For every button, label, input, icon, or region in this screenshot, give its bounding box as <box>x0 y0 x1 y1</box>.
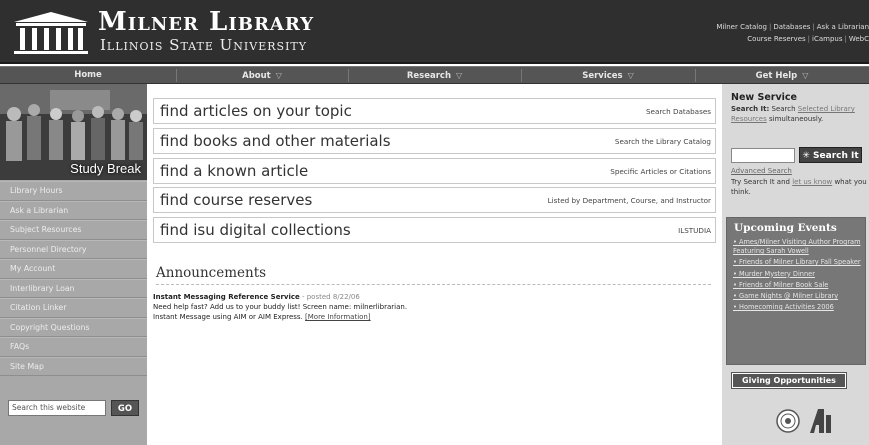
announcement-date: - posted 8/22/06 <box>299 293 360 301</box>
find-row-books[interactable]: find books and other materials Search th… <box>153 128 716 154</box>
find-row-known-article[interactable]: find a known article Specific Articles o… <box>153 158 716 184</box>
page: Milner Library Illinois State University… <box>0 0 869 445</box>
nav-research-label: Research <box>406 71 451 81</box>
left-nav-faqs[interactable]: FAQs <box>0 337 147 357</box>
more-information-link[interactable]: [More Information] <box>305 313 371 321</box>
find-row-title: find a known article <box>160 162 309 180</box>
find-row-digital-collections[interactable]: find isu digital collections ILSTUDIA <box>153 217 716 243</box>
advanced-search-link[interactable]: Advanced Search <box>731 167 792 175</box>
left-nav-my-account[interactable]: My Account <box>0 259 147 279</box>
event-link[interactable]: Homecoming Activities 2006 <box>733 303 863 312</box>
search-it-button[interactable]: ✳ Search It <box>799 147 862 163</box>
site-search-go-button[interactable]: GO <box>111 400 139 416</box>
left-nav-interlibrary-loan[interactable]: Interlibrary Loan <box>0 278 147 298</box>
top-link-course-reserves[interactable]: Course Reserves <box>747 35 805 43</box>
event-link[interactable]: Friends of Milner Book Sale <box>733 281 863 290</box>
find-row-title: find books and other materials <box>160 132 391 150</box>
left-nav-personnel-directory[interactable]: Personnel Directory <box>0 239 147 259</box>
nav-get-help[interactable]: Get Help ▽ <box>695 67 869 84</box>
find-row-articles[interactable]: find articles on your topic Search Datab… <box>153 98 716 124</box>
find-row-title: find isu digital collections <box>160 221 351 239</box>
announcement-text-1: Need help fast? Add us to your buddy lis… <box>153 303 408 311</box>
event-link[interactable]: Ames/Milner Visiting Author Program Feat… <box>733 238 863 256</box>
giving-opportunities-button[interactable]: Giving Opportunities <box>731 372 847 389</box>
search-it-button-label: Search It <box>813 151 859 161</box>
left-nav-list: Library Hours Ask a Librarian Subject Re… <box>0 181 147 376</box>
nav-about[interactable]: About ▽ <box>176 67 348 84</box>
left-nav-site-map[interactable]: Site Map <box>0 356 147 376</box>
left-nav-ask-a-librarian[interactable]: Ask a Librarian <box>0 200 147 220</box>
dropdown-triangle-icon: ▽ <box>275 71 282 80</box>
nav-home[interactable]: Home <box>0 67 176 84</box>
announcements-heading: Announcements <box>156 265 267 281</box>
main-content: find articles on your topic Search Datab… <box>147 84 722 445</box>
announcement-text-2: Instant Message using AIM or AIM Express… <box>153 313 306 321</box>
left-nav-library-hours[interactable]: Library Hours <box>0 181 147 201</box>
find-row-link[interactable]: Search Databases <box>646 107 711 117</box>
site-search: Search this website GO <box>8 400 139 416</box>
left-nav-citation-linker[interactable]: Citation Linker <box>0 298 147 318</box>
announcements-divider <box>156 284 711 285</box>
find-row-title: find course reserves <box>160 191 313 209</box>
find-row-link[interactable]: Specific Articles or Citations <box>610 167 711 177</box>
main-nav: Home About ▽ Research ▽ Services ▽ Get Help… <box>0 66 869 84</box>
isu-a-logo-icon[interactable] <box>806 407 834 435</box>
new-service-prefix: Search It: <box>731 105 770 113</box>
university-subtitle: Illinois State University <box>100 36 308 54</box>
sparkle-icon: ✳ <box>802 151 810 161</box>
top-link-icampus[interactable]: iCampus <box>812 35 842 43</box>
site-search-input[interactable]: Search this website <box>8 400 106 416</box>
event-link[interactable]: Friends of Milner Library Fall Speaker <box>733 258 863 267</box>
top-quick-links: Milner Catalog | Databases | Ask a Librarian… <box>709 21 869 45</box>
find-row-link[interactable]: ILSTUDIA <box>678 226 711 236</box>
dropdown-triangle-icon: ▽ <box>627 71 634 80</box>
nav-get-help-label: Get Help <box>755 71 798 81</box>
top-links-row-2: Course Reserves | iCampus | WebC <box>747 35 869 43</box>
promo-photo[interactable]: Study Break <box>0 84 147 180</box>
find-row-link[interactable]: Search the Library Catalog <box>615 137 711 147</box>
new-service-suffix: simultaneously. <box>766 115 824 123</box>
site-header: Milner Library Illinois State University… <box>0 0 869 64</box>
top-links-row-1: Milner Catalog | Databases | Ask a Librarian <box>716 23 869 31</box>
dropdown-triangle-icon: ▽ <box>456 71 463 80</box>
dropdown-triangle-icon: ▽ <box>802 71 809 80</box>
top-link-databases[interactable]: Databases <box>773 23 810 31</box>
let-us-know-link[interactable]: let us know <box>792 178 832 186</box>
photo-caption: Study Break <box>70 161 141 176</box>
find-row-title: find articles on your topic <box>160 102 352 120</box>
nav-about-label: About <box>242 71 271 81</box>
left-nav-subject-resources[interactable]: Subject Resources <box>0 220 147 240</box>
nav-services-label: Services <box>582 71 623 81</box>
top-link-webc[interactable]: WebC <box>849 35 869 43</box>
events-list: Ames/Milner Visiting Author Program Feat… <box>733 238 863 314</box>
nav-research[interactable]: Research ▽ <box>348 67 521 84</box>
new-service-heading: New Service <box>731 92 797 103</box>
top-link-ask-a-librarian[interactable]: Ask a Librarian <box>817 23 869 31</box>
find-row-course-reserves[interactable]: find course reserves Listed by Departmen… <box>153 187 716 213</box>
right-sidebar: New Service Search It: Search Selected L… <box>722 84 869 445</box>
new-service-text: Search It: Search Selected Library Resou… <box>731 104 865 124</box>
library-building-icon[interactable] <box>10 10 92 56</box>
seal-logo-icon[interactable] <box>776 409 800 433</box>
new-service-mid: Search <box>769 105 798 113</box>
left-nav-copyright-questions[interactable]: Copyright Questions <box>0 317 147 337</box>
event-link[interactable]: Game Nights @ Milner Library <box>733 292 863 301</box>
library-title[interactable]: Milner Library <box>98 8 314 36</box>
announcement-item: Instant Messaging Reference Service - po… <box>153 292 713 322</box>
nav-services[interactable]: Services ▽ <box>521 67 695 84</box>
event-link[interactable]: Murder Mystery Dinner <box>733 270 863 279</box>
upcoming-events-heading: Upcoming Events <box>734 222 837 234</box>
top-link-milner-catalog[interactable]: Milner Catalog <box>716 23 767 31</box>
upcoming-events-box: Upcoming Events Ames/Milner Visiting Aut… <box>726 217 866 365</box>
left-sidebar: Study Break Library Hours Ask a Libraria… <box>0 84 147 445</box>
search-it-input[interactable] <box>731 148 795 163</box>
find-row-link[interactable]: Listed by Department, Course, and Instru… <box>548 196 711 206</box>
feedback-prefix: Try Search It and <box>731 178 793 186</box>
nav-home-label: Home <box>74 70 102 80</box>
feedback-text: Try Search It and let us know what you t… <box>731 177 867 197</box>
announcement-title[interactable]: Instant Messaging Reference Service <box>153 293 300 301</box>
